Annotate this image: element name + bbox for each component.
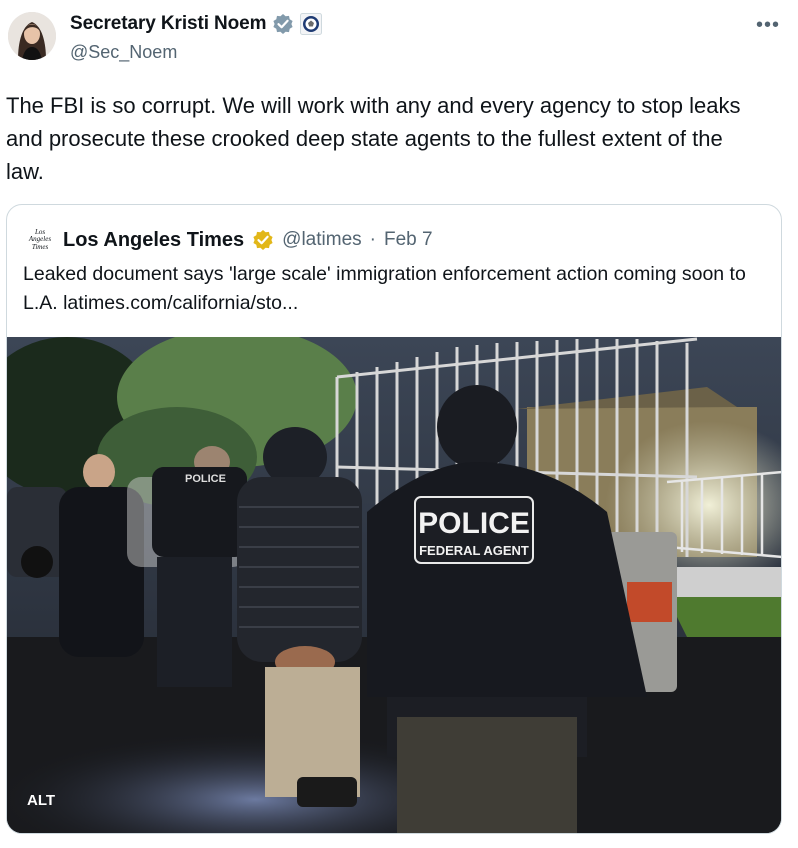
author-name-row: Secretary Kristi Noem	[70, 13, 323, 35]
meta-separator: ·	[369, 229, 376, 250]
quoted-tweet-text: Leaked document says 'large scale' immig…	[23, 263, 746, 314]
arrest-scene-photo: POLICE POLICE FEDERAL AGENT	[7, 327, 781, 833]
quoted-tweet-header: Los Angeles Times Los Angeles Times @latim…	[25, 225, 433, 255]
quoted-tweet-photo[interactable]: POLICE POLICE FEDERAL AGENT ALT	[7, 327, 781, 833]
gray-verified-badge-icon	[273, 14, 294, 34]
latimes-logo-icon[interactable]: Los Angeles Times	[25, 225, 55, 255]
back-vest-police-text: POLICE	[185, 473, 226, 485]
quoted-author-handle[interactable]: @latimes	[282, 229, 361, 251]
gold-verified-badge-icon	[253, 230, 273, 250]
author-name[interactable]: Secretary Kristi Noem	[70, 13, 267, 35]
profile-photo-icon	[8, 12, 56, 60]
more-options-icon[interactable]: •••	[756, 14, 780, 37]
author-handle[interactable]: @Sec_Noem	[70, 42, 177, 63]
quoted-tweet[interactable]: Los Angeles Times Los Angeles Times @latim…	[6, 204, 782, 834]
author-avatar[interactable]	[8, 12, 56, 60]
tweet-text: The FBI is so corrupt. We will work with…	[6, 93, 741, 184]
dhs-seal-icon	[300, 13, 323, 35]
quoted-author-name[interactable]: Los Angeles Times	[63, 229, 244, 252]
vest-police-text: POLICE	[418, 507, 530, 540]
alt-text-badge[interactable]: ALT	[27, 792, 55, 809]
quoted-tweet-date[interactable]: Feb 7	[384, 229, 433, 251]
vest-federal-agent-text: FEDERAL AGENT	[419, 543, 529, 558]
